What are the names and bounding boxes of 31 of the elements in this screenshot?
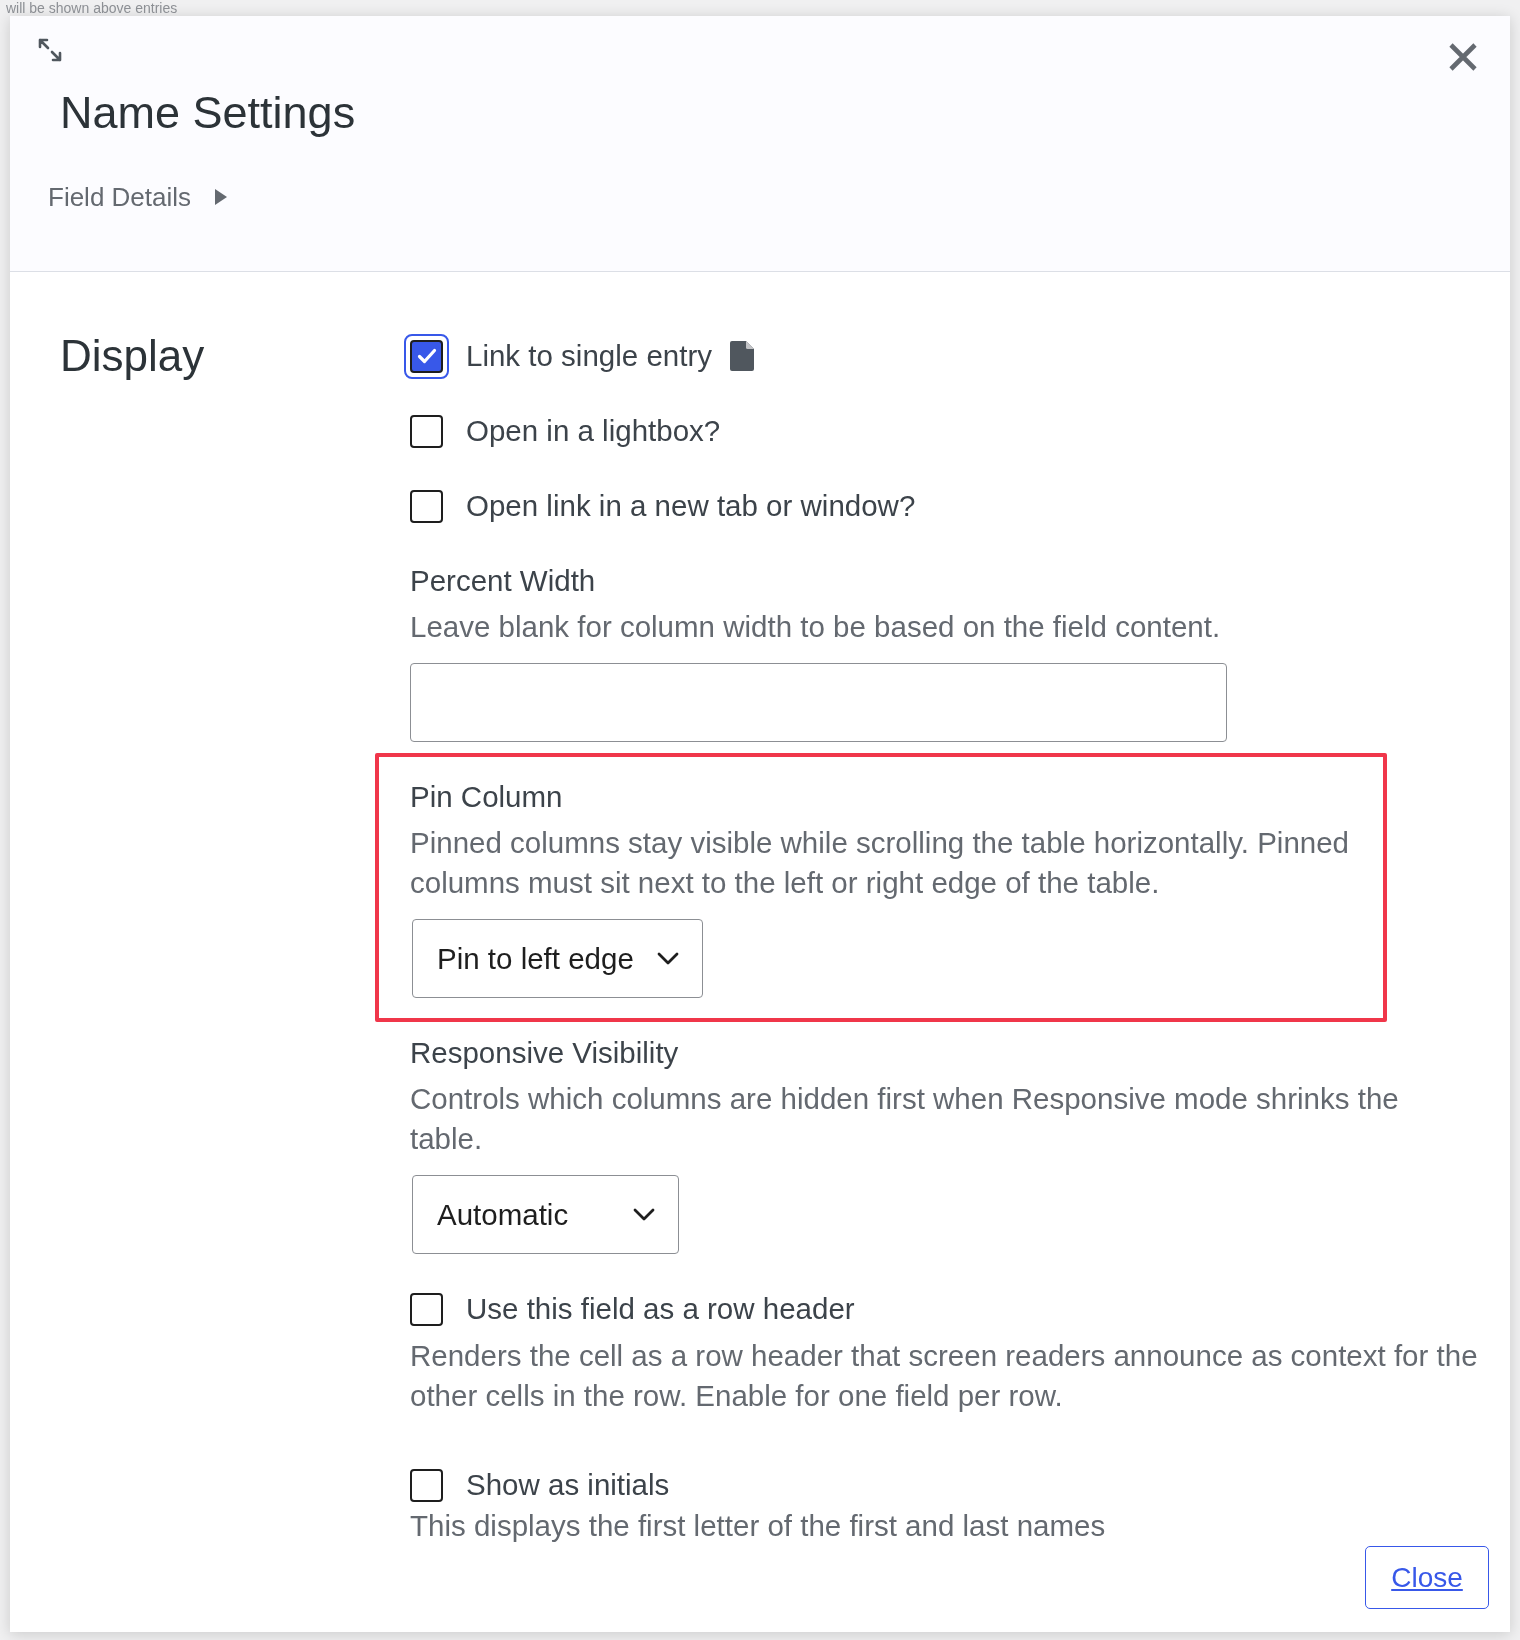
dialog-title: Name Settings [60, 86, 356, 140]
input-field[interactable] [410, 663, 1227, 742]
checkbox-label: Open link in a new tab or window? [466, 488, 916, 524]
checkbox[interactable] [410, 1468, 443, 1502]
checkbox-label: Show as initials [466, 1467, 670, 1503]
checkbox-label: Open in a lightbox? [466, 413, 721, 449]
field-label: Pin Column [410, 779, 563, 815]
expand-icon[interactable] [37, 37, 63, 63]
field-description: This displays the first letter of the first and last names [410, 1508, 1107, 1544]
checkbox[interactable] [404, 333, 449, 379]
dropdown[interactable]: Pin to left edge [412, 919, 703, 998]
field-description: Leave blank for column width to be based on the field content. [410, 609, 1221, 645]
checkbox[interactable] [410, 414, 443, 448]
dropdown[interactable]: Automatic [412, 1175, 679, 1254]
field-description: Pinned columns stay visible while scrolling the table horizontally. Pinned columns must sit next to the left or right edge of the table. [410, 825, 1350, 901]
field-label: Responsive Visibility [410, 1035, 679, 1071]
document-icon[interactable] [729, 341, 754, 371]
background-text: will be shown above entries [5, 0, 178, 16]
checkbox[interactable] [410, 489, 443, 523]
field-description: Renders the cell as a row header that screen readers announce as context for the other cells in the row. Enable for one field per row. [410, 1338, 1479, 1414]
close-button[interactable]: Close [1365, 1546, 1489, 1609]
close-icon[interactable] [1448, 42, 1478, 72]
checkbox[interactable] [410, 1292, 443, 1326]
chevron-down-icon [656, 951, 679, 966]
checkbox-label: Use this field as a row header [466, 1291, 855, 1327]
field-description: Controls which columns are hidden first when Responsive mode shrinks the table. [410, 1081, 1399, 1157]
field-label: Percent Width [410, 563, 596, 599]
section-heading: Display [60, 330, 205, 382]
checkbox-label: Link to single entry [466, 338, 712, 374]
chevron-down-icon [633, 1207, 655, 1222]
field-details-toggle[interactable]: Field Details [48, 181, 228, 213]
